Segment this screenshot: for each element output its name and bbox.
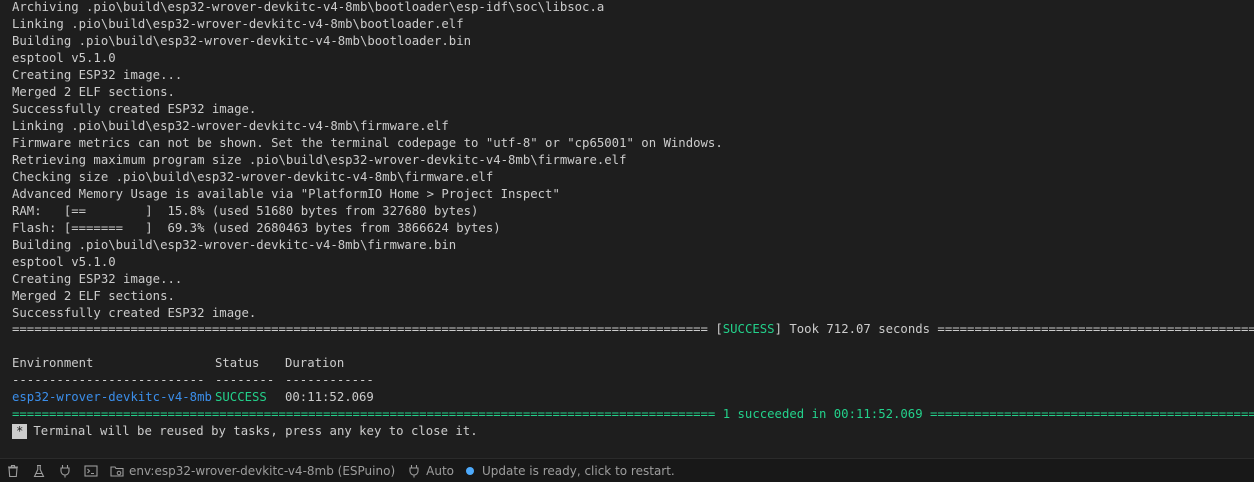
terminal-line: esptool v5.1.0	[12, 255, 116, 269]
terminal-line: Building .pio\build\esp32-wrover-devkitc…	[12, 238, 457, 252]
plug-icon	[409, 464, 419, 477]
terminal-line: Flash: [======= ] 69.3% (used 2680463 by…	[12, 221, 501, 235]
terminal-line: Checking size .pio\build\esp32-wrover-de…	[12, 170, 494, 184]
terminal-line: Successfully created ESP32 image.	[12, 102, 257, 116]
environment-label: env:esp32-wrover-devkitc-v4-8mb (ESPuino…	[129, 463, 396, 478]
terminal-line: Linking .pio\build\esp32-wrover-devkitc-…	[12, 119, 449, 133]
serial-monitor-button[interactable]	[52, 459, 78, 482]
environment-switcher[interactable]: env:esp32-wrover-devkitc-v4-8mb (ESPuino…	[104, 459, 401, 482]
terminal-line: Merged 2 ELF sections.	[12, 85, 175, 99]
auto-port-button[interactable]: Auto	[401, 459, 460, 482]
table-row-duration: 00:11:52.069	[285, 390, 374, 404]
new-terminal-button[interactable]	[78, 459, 104, 482]
table-row-status: SUCCESS	[215, 390, 267, 404]
terminal-line: Merged 2 ELF sections.	[12, 289, 175, 303]
update-dot-icon	[466, 466, 475, 475]
folder-gear-icon	[110, 465, 124, 477]
terminal-line: Linking .pio\build\esp32-wrover-devkitc-…	[12, 17, 464, 31]
table-row-environment: esp32-wrover-devkitc-v4-8mb	[12, 390, 212, 404]
table-header-environment: Environment	[12, 356, 94, 370]
summary-line: ========================================…	[12, 322, 1254, 336]
trash-icon	[8, 464, 18, 477]
reuse-text: Terminal will be reused by tasks, press …	[33, 424, 478, 438]
table-dashes-status: --------	[215, 373, 275, 387]
terminal-line: Successfully created ESP32 image.	[12, 306, 257, 320]
table-dashes-environment: --------------------------	[12, 373, 205, 387]
clean-button[interactable]	[0, 459, 26, 482]
status-bar: env:esp32-wrover-devkitc-v4-8mb (ESPuino…	[0, 458, 1254, 482]
update-label: Update is ready, click to restart.	[482, 463, 675, 478]
star-badge: *	[12, 424, 28, 439]
terminal-line: Archiving .pio\build\esp32-wrover-devkit…	[12, 0, 605, 14]
reuse-message: * Terminal will be reused by tasks, press…	[12, 423, 478, 440]
table-dashes-duration: ------------	[285, 373, 374, 387]
test-button[interactable]	[26, 459, 52, 482]
terminal-line: RAM: [== ] 15.8% (used 51680 bytes from …	[12, 204, 479, 218]
terminal-line: Retrieving maximum program size .pio\bui…	[12, 153, 627, 167]
terminal-line: Creating ESP32 image...	[12, 272, 183, 286]
final-summary-line: ========================================…	[12, 407, 1254, 421]
terminal-line: Advanced Memory Usage is available via "…	[12, 187, 560, 201]
flask-icon	[33, 464, 45, 477]
table-header-status: Status	[215, 356, 260, 370]
terminal-output[interactable]: Archiving .pio\build\esp32-wrover-devkit…	[0, 0, 1254, 458]
terminal-line: Firmware metrics can not be shown. Set t…	[12, 136, 723, 150]
terminal-line: Building .pio\build\esp32-wrover-devkitc…	[12, 34, 472, 48]
auto-label: Auto	[426, 463, 455, 478]
terminal-line: esptool v5.1.0	[12, 51, 116, 65]
table-header-duration: Duration	[285, 356, 345, 370]
plug-icon	[60, 464, 70, 477]
terminal-icon	[84, 464, 98, 477]
summary-success: SUCCESS	[722, 322, 775, 336]
update-ready-button[interactable]: Update is ready, click to restart.	[460, 459, 681, 482]
terminal-line: Creating ESP32 image...	[12, 68, 183, 82]
